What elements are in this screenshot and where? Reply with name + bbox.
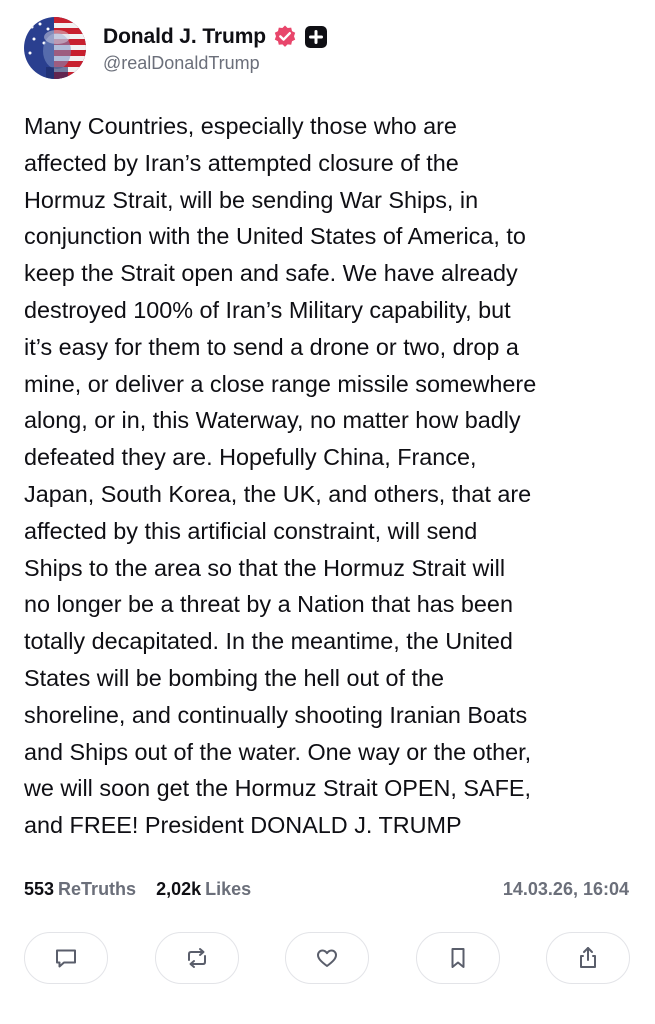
verified-badge-icon xyxy=(272,24,298,50)
post-header: Donald J. Trump @realDonaldTrump xyxy=(24,17,328,79)
post-stats: 553 ReTruths 2,02k Likes 14.03.26, 16:04 xyxy=(24,876,629,902)
share-button[interactable] xyxy=(546,932,630,984)
heart-icon xyxy=(317,949,337,967)
likes-label: Likes xyxy=(205,878,252,899)
post-text: Many Countries, especially those who are… xyxy=(24,113,537,839)
share-icon xyxy=(580,947,596,968)
likes-count: 2,02k xyxy=(156,878,202,899)
post-timestamp: 14.03.26, 16:04 xyxy=(502,878,629,899)
retruths-count: 553 xyxy=(24,878,55,899)
plus-badge-icon xyxy=(304,25,328,49)
avatar[interactable] xyxy=(24,17,86,79)
comment-icon xyxy=(56,949,76,968)
likes-stat[interactable]: 2,02k Likes xyxy=(156,879,251,900)
display-name[interactable]: Donald J. Trump xyxy=(103,25,266,49)
bookmark-button[interactable] xyxy=(415,932,500,984)
reply-button[interactable] xyxy=(24,932,108,984)
action-bar xyxy=(24,932,630,984)
retruths-label: ReTruths xyxy=(58,878,137,899)
retruths-stat[interactable]: 553 ReTruths xyxy=(24,879,136,900)
handle[interactable]: @realDonaldTrump xyxy=(103,53,328,74)
like-button[interactable] xyxy=(285,932,369,984)
retruth-button[interactable] xyxy=(154,932,239,984)
retruth-icon xyxy=(187,948,206,968)
avatar-image xyxy=(24,17,86,79)
bookmark-icon xyxy=(451,948,464,968)
